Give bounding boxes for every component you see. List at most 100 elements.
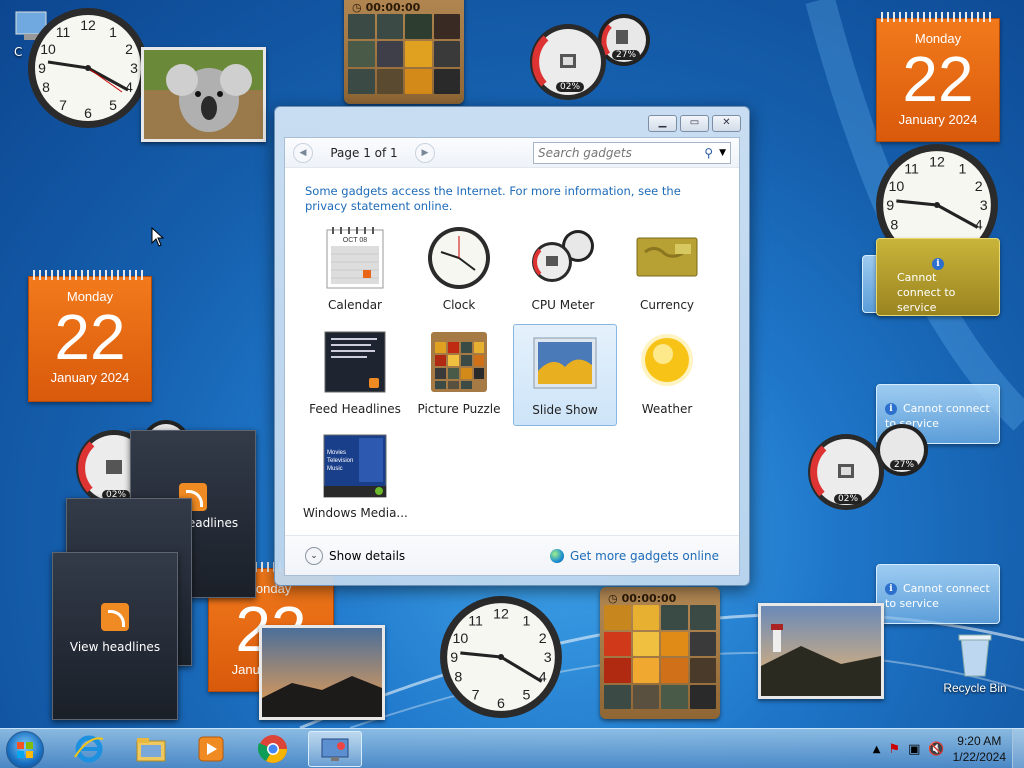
- gadget-item-picture-puzzle[interactable]: Picture Puzzle: [407, 324, 511, 426]
- picture-puzzle-gadget[interactable]: ◷ 00:00:00: [344, 0, 464, 104]
- puzzle-grid[interactable]: [348, 14, 460, 94]
- gadget-label: Feed Headlines: [309, 402, 401, 416]
- taskbar-date: 1/22/2024: [952, 750, 1006, 764]
- gadget-item-slide-show[interactable]: Slide Show: [513, 324, 617, 426]
- taskbar-gadget-gallery[interactable]: [308, 731, 362, 767]
- page-indicator: Page 1 of 1: [330, 145, 398, 160]
- clock-gadget[interactable]: 12 1 2 3 4 5 6 7 8 9 10 11: [26, 6, 150, 130]
- show-hidden-icons-chevron[interactable]: ▲: [873, 744, 881, 755]
- svg-text:10: 10: [40, 41, 56, 57]
- calendar-gadget-left[interactable]: Monday 22 January 2024: [28, 270, 152, 402]
- cpu-meter-gadget-icon: [530, 226, 596, 292]
- memory-percent: 27%: [612, 50, 641, 60]
- currency-gadget-icon: [634, 226, 700, 292]
- puzzle-timer: 00:00:00: [365, 0, 421, 14]
- search-icon[interactable]: ⚲: [704, 146, 713, 160]
- koala-slideshow-photo[interactable]: [141, 47, 266, 142]
- calendar-date: 22: [54, 301, 126, 373]
- gadget-item-feed-headlines[interactable]: Feed Headlines: [303, 324, 407, 426]
- previous-page-button[interactable]: ◀: [293, 142, 313, 163]
- feed-headlines-gadget-front[interactable]: View headlines: [52, 552, 178, 720]
- taskbar-internet-explorer[interactable]: [62, 731, 116, 767]
- svg-text:3: 3: [544, 650, 552, 666]
- search-dropdown-icon[interactable]: ▼: [719, 148, 726, 158]
- svg-text:10: 10: [452, 631, 468, 647]
- gadget-label: Picture Puzzle: [417, 402, 501, 416]
- media-center-gadget-icon: Movies Television Music: [322, 434, 388, 500]
- clock-gadget-bottom[interactable]: 12 1 2 3 4 5 6 7 8 9 10 11: [438, 594, 564, 720]
- svg-text:7: 7: [472, 688, 480, 704]
- svg-text:11: 11: [904, 162, 919, 178]
- taskbar-file-explorer[interactable]: [124, 731, 178, 767]
- start-button[interactable]: [6, 731, 44, 768]
- action-center-flag-icon[interactable]: ⚑: [888, 742, 900, 757]
- gadget-item-weather[interactable]: Weather: [615, 324, 719, 426]
- lighthouse-slideshow-photo[interactable]: [758, 603, 884, 699]
- svg-text:6: 6: [497, 696, 505, 712]
- volume-muted-icon[interactable]: 🔇: [928, 742, 944, 757]
- svg-text:OCT 08: OCT 08: [343, 237, 367, 244]
- taskbar-clock[interactable]: 9:20 AM 1/22/2024: [953, 733, 1006, 765]
- svg-text:1: 1: [109, 24, 117, 40]
- get-more-gadgets-label: Get more gadgets online: [569, 548, 719, 563]
- gadget-gallery-window[interactable]: ▁ ▭ ✕ ◀ Page 1 of 1 ▶ ⚲ ▼ Some gadgets a…: [274, 106, 750, 586]
- minimize-button[interactable]: ▁: [648, 115, 677, 132]
- search-box[interactable]: ⚲ ▼: [533, 141, 731, 164]
- clock-face: 12 12 3 45 6 78 9 1011: [28, 8, 148, 128]
- currency-gadget[interactable]: i Cannot connect to service: [876, 238, 1000, 316]
- cpu-percent: 02%: [556, 82, 585, 92]
- desktop-gadgets-icon: [321, 738, 349, 761]
- rss-icon: [53, 603, 177, 634]
- sunset-slideshow-photo[interactable]: [259, 625, 385, 720]
- network-icon[interactable]: ▣: [908, 742, 920, 757]
- internet-explorer-icon: [74, 735, 104, 763]
- gallery-footer: ⌄ Show details Get more gadgets online: [285, 535, 739, 575]
- show-desktop-button[interactable]: [1012, 729, 1024, 768]
- show-details-button[interactable]: Show details: [329, 549, 405, 563]
- svg-text:11: 11: [56, 24, 71, 40]
- svg-text:2: 2: [975, 179, 983, 195]
- gadget-label: Windows Media...: [303, 506, 408, 520]
- recycle-bin-label: Recycle Bin: [943, 681, 1007, 695]
- view-headlines-label[interactable]: View headlines: [53, 640, 177, 654]
- gadget-item-clock[interactable]: Clock: [407, 220, 511, 322]
- privacy-notice-link[interactable]: Some gadgets access the Internet. For mo…: [305, 184, 725, 214]
- recycle-bin-icon[interactable]: Recycle Bin: [940, 632, 1010, 695]
- weather-gadget-error-2[interactable]: i Cannot connect to service: [876, 564, 1000, 624]
- puzzle-clock-icon: ◷: [352, 0, 362, 14]
- svg-text:8: 8: [42, 79, 50, 95]
- svg-text:Movies: Movies: [327, 450, 346, 456]
- puzzle-grid[interactable]: [604, 605, 716, 709]
- svg-text:4: 4: [539, 669, 547, 685]
- taskbar-chrome[interactable]: [246, 731, 300, 767]
- folder-icon: [136, 738, 166, 762]
- svg-text:1: 1: [522, 614, 530, 630]
- svg-text:10: 10: [888, 179, 904, 195]
- gadget-item-currency[interactable]: Currency: [615, 220, 719, 322]
- cpu-meter-gadget[interactable]: 02% 27%: [528, 10, 653, 102]
- calendar-gadget-top-right[interactable]: Monday 22 January 2024: [876, 12, 1000, 142]
- taskbar-media-player[interactable]: [184, 731, 238, 767]
- svg-text:8: 8: [454, 669, 462, 685]
- gadget-item-calendar[interactable]: OCT 08 Calendar: [303, 220, 407, 322]
- picture-puzzle-gadget-bottom[interactable]: ◷ 00:00:00: [600, 587, 720, 719]
- weather-sun-icon: [634, 330, 700, 396]
- currency-error-text: Cannot connect to service: [897, 271, 956, 314]
- gadget-item-windows-media-center[interactable]: Movies Television Music Windows Media...: [303, 428, 408, 530]
- search-input[interactable]: [538, 145, 705, 160]
- show-details-chevron-icon[interactable]: ⌄: [305, 546, 323, 565]
- gadget-label: Calendar: [328, 298, 382, 312]
- next-page-button[interactable]: ▶: [415, 142, 435, 163]
- gadget-item-cpu-meter[interactable]: CPU Meter: [511, 220, 615, 322]
- svg-text:1: 1: [958, 162, 966, 178]
- get-more-gadgets-link[interactable]: Get more gadgets online: [549, 548, 719, 563]
- gadget-label: Currency: [639, 298, 695, 312]
- restore-button[interactable]: ▭: [680, 115, 709, 132]
- cpu-meter-gadget-right[interactable]: 02% 27%: [806, 420, 931, 512]
- sunset-image: [262, 628, 382, 717]
- close-button[interactable]: ✕: [712, 115, 741, 132]
- window-title-bar[interactable]: ▁ ▭ ✕: [275, 107, 749, 137]
- weather-error-text: Cannot connect to service: [885, 582, 990, 610]
- media-player-icon: [198, 736, 224, 762]
- info-icon: i: [885, 583, 897, 595]
